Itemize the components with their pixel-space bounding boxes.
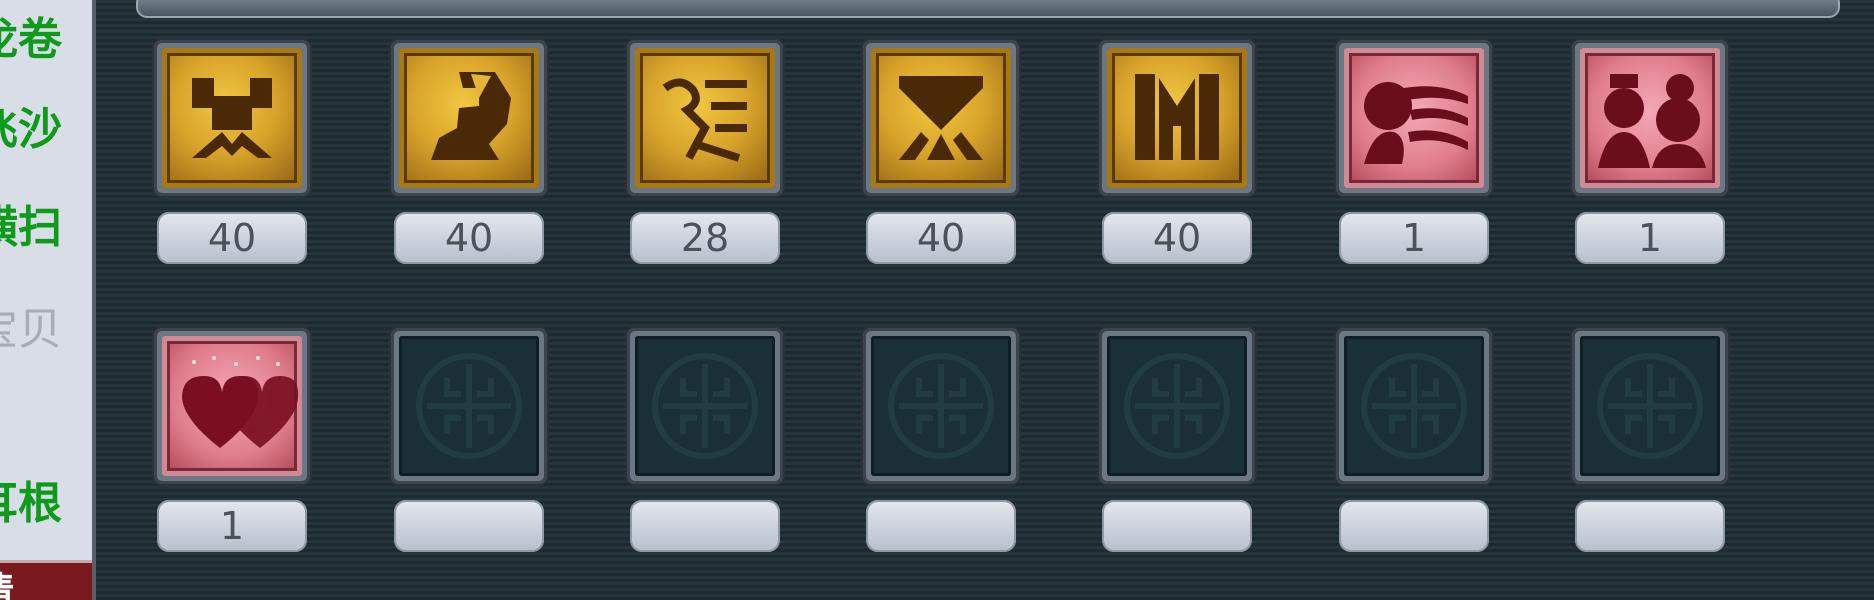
skill-item-1[interactable]: 飞沙	[0, 100, 92, 160]
pink-couple-icon	[1580, 48, 1720, 188]
inventory-slot[interactable]	[1099, 40, 1255, 196]
item-count-badge	[1575, 500, 1725, 552]
empty-inventory-slot[interactable]	[1099, 328, 1255, 484]
item-count-badge: 40	[1102, 212, 1252, 264]
skill-item-3[interactable]: 宝贝	[0, 300, 92, 360]
item-count-badge: 40	[866, 212, 1016, 264]
gold-rune-crab-icon	[162, 48, 302, 188]
skill-item-2[interactable]: 横扫	[0, 198, 92, 258]
inventory-slot[interactable]	[154, 328, 310, 484]
inventory-slot[interactable]	[391, 40, 547, 196]
empty-inventory-slot[interactable]	[627, 328, 783, 484]
skill-item-4[interactable]: 耳根	[0, 474, 92, 534]
item-count-badge	[866, 500, 1016, 552]
inventory-slot[interactable]	[154, 40, 310, 196]
empty-slot-icon	[1344, 336, 1484, 476]
gold-rune-runner-icon	[635, 48, 775, 188]
gold-rune-figure-icon	[871, 48, 1011, 188]
item-count-badge: 1	[1339, 212, 1489, 264]
item-count-badge	[1339, 500, 1489, 552]
empty-inventory-slot[interactable]	[1336, 328, 1492, 484]
empty-slot-icon	[399, 336, 539, 476]
inventory-panel: 4040284040111 ▲ ▼	[96, 0, 1874, 600]
inventory-slot[interactable]	[627, 40, 783, 196]
inventory-slot[interactable]	[1572, 40, 1728, 196]
pink-hearts-icon	[162, 336, 302, 476]
skill-list-panel: 龙卷 飞沙 横扫 宝贝 耳根 请	[0, 0, 96, 600]
item-count-badge: 28	[630, 212, 780, 264]
gold-rune-fist-icon	[399, 48, 539, 188]
empty-inventory-slot[interactable]	[391, 328, 547, 484]
empty-inventory-slot[interactable]	[1572, 328, 1728, 484]
item-count-badge: 1	[1575, 212, 1725, 264]
item-count-badge: 40	[394, 212, 544, 264]
inventory-slot[interactable]	[863, 40, 1019, 196]
item-count-badge	[394, 500, 544, 552]
empty-slot-icon	[635, 336, 775, 476]
empty-inventory-slot[interactable]	[863, 328, 1019, 484]
empty-slot-icon	[1580, 336, 1720, 476]
apply-button[interactable]: 请	[0, 560, 92, 600]
empty-slot-icon	[871, 336, 1011, 476]
empty-slot-icon	[1107, 336, 1247, 476]
inventory-slot[interactable]	[1336, 40, 1492, 196]
item-count-badge: 1	[157, 500, 307, 552]
pink-portrait-woman-icon	[1344, 48, 1484, 188]
item-count-badge	[1102, 500, 1252, 552]
skill-item-0[interactable]: 龙卷	[0, 10, 92, 70]
item-count-badge: 40	[157, 212, 307, 264]
gold-rune-gate-icon	[1107, 48, 1247, 188]
item-count-badge	[630, 500, 780, 552]
top-frame-rail	[136, 0, 1840, 18]
